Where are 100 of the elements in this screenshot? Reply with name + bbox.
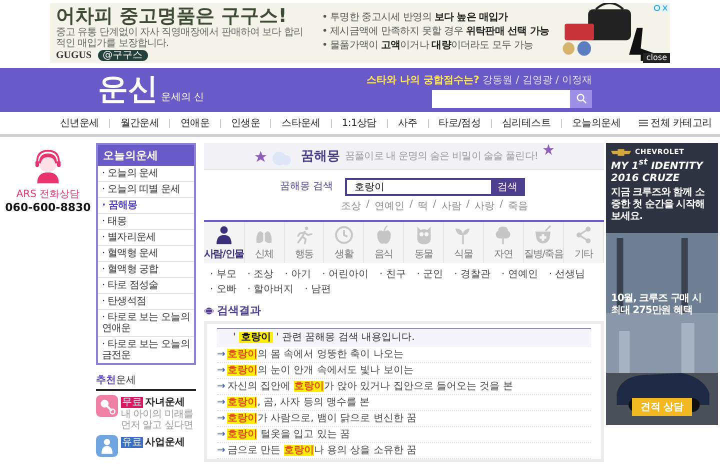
subcategory-link[interactable]: · 경찰관 (454, 267, 491, 281)
sidebar-item[interactable]: · 혈액형 궁합 (98, 262, 194, 278)
card-title[interactable]: 사업운세 (145, 435, 185, 449)
sidebar-item[interactable]: · 타로 점성술 (98, 278, 194, 294)
subcategory-link[interactable]: · 어린아이 (322, 267, 368, 281)
nav-link[interactable]: 신년운세 (60, 116, 99, 130)
category-tab[interactable]: 자연 (484, 222, 524, 263)
category-tab[interactable]: 생활 (324, 222, 364, 263)
result-link[interactable]: 호랑이, 곰, 사자 등의 맹수를 본 (227, 397, 370, 408)
ad-subtitle: 중고 유통 단계없이 자사 직영매장에서 판매하여 보다 합리적인 매입가를 보장합니다. (56, 27, 304, 49)
ad-bullet: • 제시금액에 만족하지 못할 경우 위탁판매 선택 가능 (322, 25, 549, 39)
category-tab[interactable]: 질병/죽음 (524, 222, 564, 263)
category-tab[interactable]: 동물 (404, 222, 444, 263)
category-tab[interactable]: 기타 (564, 222, 604, 263)
recommend-heading: 추천운세 (96, 373, 196, 391)
subcategory-link[interactable]: · 남편 (304, 282, 332, 296)
keyword-link[interactable]: 사람 (441, 199, 462, 213)
nav-link[interactable]: 1:1상담 (342, 116, 376, 130)
sidebar-item[interactable]: · 오늘의 띠별 운세 (98, 182, 194, 198)
brand-name: GUGUS (56, 50, 92, 61)
nav-link[interactable]: 심리테스트 (502, 116, 551, 130)
category-tab[interactable]: 신체 (244, 222, 285, 263)
sidebar-item[interactable]: · 꿈해몽 (98, 198, 194, 214)
sidebar-title: 오늘의운세 (98, 145, 194, 166)
subcategory-link[interactable]: · 선생님 (548, 267, 586, 281)
keyword-link[interactable]: 떡 (418, 199, 428, 213)
all-categories-link[interactable]: 전체 카테고리 (638, 116, 712, 130)
promo-text[interactable]: 스타와 나의 궁합점수는? 강동원 / 김영광 / 이정재 (366, 72, 592, 86)
result-link[interactable]: 호랑이가 사람으로, 뱀이 닭으로 변신한 꿈 (227, 413, 416, 424)
ad-info-icon[interactable] (653, 4, 669, 12)
subcategory-link[interactable]: · 연예인 (502, 267, 538, 281)
keyword-link[interactable]: 사랑 (474, 199, 495, 213)
sidebar-item[interactable]: · 탄생석점 (98, 294, 194, 310)
logo-tagline: 운세의 신 (161, 91, 204, 105)
sidebar-item[interactable]: · 태몽 (98, 214, 194, 230)
subcategory-link[interactable]: · 아기 (284, 267, 312, 281)
car-model: 2016 CRUZE (611, 173, 680, 186)
subcategory-link[interactable]: · 오빠 (210, 282, 236, 296)
keyword-link[interactable]: 죽음 (508, 199, 528, 213)
sidebar-item[interactable]: · 별자리운세 (98, 230, 194, 246)
sidebar-item[interactable]: · 혈액형 운세 (98, 246, 194, 262)
result-link[interactable]: 자신의 집안에 호랑이가 앉아 있거나 집안으로 들어오는 것을 본 (227, 381, 513, 392)
ad-offer: 10월, 크루즈 구매 시 최대 275만원 혜택 (611, 293, 702, 318)
nav-link[interactable]: 연애운 (180, 116, 210, 130)
arrow-glyph: → (217, 445, 226, 456)
result-link[interactable]: 호랑이 털옷을 입고 있는 꿈 (227, 429, 350, 440)
sidebar-item[interactable]: · 오늘의 운세 (98, 166, 194, 182)
category-tab[interactable]: 사람/인물 (204, 222, 245, 263)
results-summary: ' 호랑이 ' 관련 꿈해몽 검색 내용입니다. (217, 328, 591, 347)
result-link[interactable]: 금으로 만든 호랑이나 용의 상을 소유한 꿈 (227, 445, 416, 456)
search-label: 꿈해몽 검색 (280, 180, 334, 194)
card-badge: 유료 (121, 436, 143, 448)
nav-link[interactable]: 오늘의운세 (572, 116, 621, 130)
arrow-glyph: → (217, 397, 226, 408)
search-icon (576, 93, 586, 104)
keyword-link[interactable]: 조상 (341, 199, 362, 213)
arrow-glyph: → (217, 365, 226, 376)
menu-icon (638, 119, 648, 127)
clock-icon (334, 225, 354, 245)
section-title: 꿈해몽 (300, 148, 340, 165)
medicine-bowl-icon (533, 225, 554, 245)
card-badge: 무료 (121, 396, 143, 408)
arrow-glyph: → (217, 413, 226, 424)
nav-link[interactable]: 인생운 (231, 116, 260, 130)
star-icon (543, 144, 554, 155)
nav-link[interactable]: 사주 (398, 116, 418, 130)
category-tab[interactable]: 식물 (444, 222, 484, 263)
subcategory-link[interactable]: · 조상 (247, 267, 274, 281)
close-button[interactable]: close (643, 53, 670, 63)
rattle-icon[interactable] (96, 395, 118, 417)
keyword-link[interactable]: 연예인 (374, 199, 405, 213)
subcategory-link[interactable]: · 친구 (379, 267, 406, 281)
ad-headline: MY 1$^{st}$ IDENTITY (611, 156, 703, 174)
ad-badge: @구구스 (98, 50, 148, 61)
nav-link[interactable]: 타로/점성 (438, 116, 481, 130)
subcategory-link[interactable]: · 부모 (210, 267, 236, 281)
tag-separator: / (366, 199, 370, 212)
category-tab[interactable]: 음식 (364, 222, 404, 263)
section-subtitle: 꿈풀이로 내 운명의 숨은 비밀이 술술 풀린다! (344, 150, 538, 163)
result-link[interactable]: 호랑이의 눈이 안개 속에서도 빛나 보이는 (227, 365, 414, 376)
sidebar-item[interactable]: · 타로로 보는 오늘의 연애운 (98, 310, 194, 337)
category-tab[interactable]: 행동 (284, 222, 324, 263)
person-icon[interactable] (96, 435, 118, 457)
sidebar-item[interactable]: · 타로로 보는 오늘의 금전운 (98, 337, 194, 363)
ad-bullet: • 물품가액이 고액이거나 대량이더라도 모두 가능 (322, 39, 534, 53)
card-title[interactable]: 자녀운세 (145, 395, 185, 409)
subcategory-link[interactable]: · 할아버지 (247, 282, 294, 296)
result-link[interactable]: 호랑이의 몸 속에서 엉뚱한 축이 나오는 (227, 349, 404, 360)
banner-ad[interactable]: 어차피 중고명품은 구구스! 중고 유통 단계없이 자사 직영매장에서 판매하여 보다 합리적인 매입가를 보장합니다. GUGUS @구구스 • 투명한 중고시세 반영의 보다 높은 매입가 • 제시금액에 만족하지 못할 경우 위탁판매 선택 가능 • 물품가액이 고액이거나 대량이더라도 모두 가능 close (50, 3, 670, 63)
site-logo[interactable]: 운신 (98, 72, 158, 108)
dream-search-field[interactable]: 호랑이 검색 (344, 178, 525, 196)
search-button[interactable]: 검색 (490, 180, 525, 194)
tag-separator: / (410, 199, 413, 212)
arrow-glyph: → (217, 429, 226, 440)
nav-link[interactable]: 스타운세 (282, 116, 320, 130)
card-description: 내 아이의 미래를 먼저 알고 싶다면 (121, 409, 194, 431)
search-button[interactable] (570, 90, 592, 108)
subcategory-link[interactable]: · 군인 (416, 267, 444, 281)
planet-icon (204, 306, 214, 316)
nav-link[interactable]: 월간운세 (120, 116, 160, 130)
